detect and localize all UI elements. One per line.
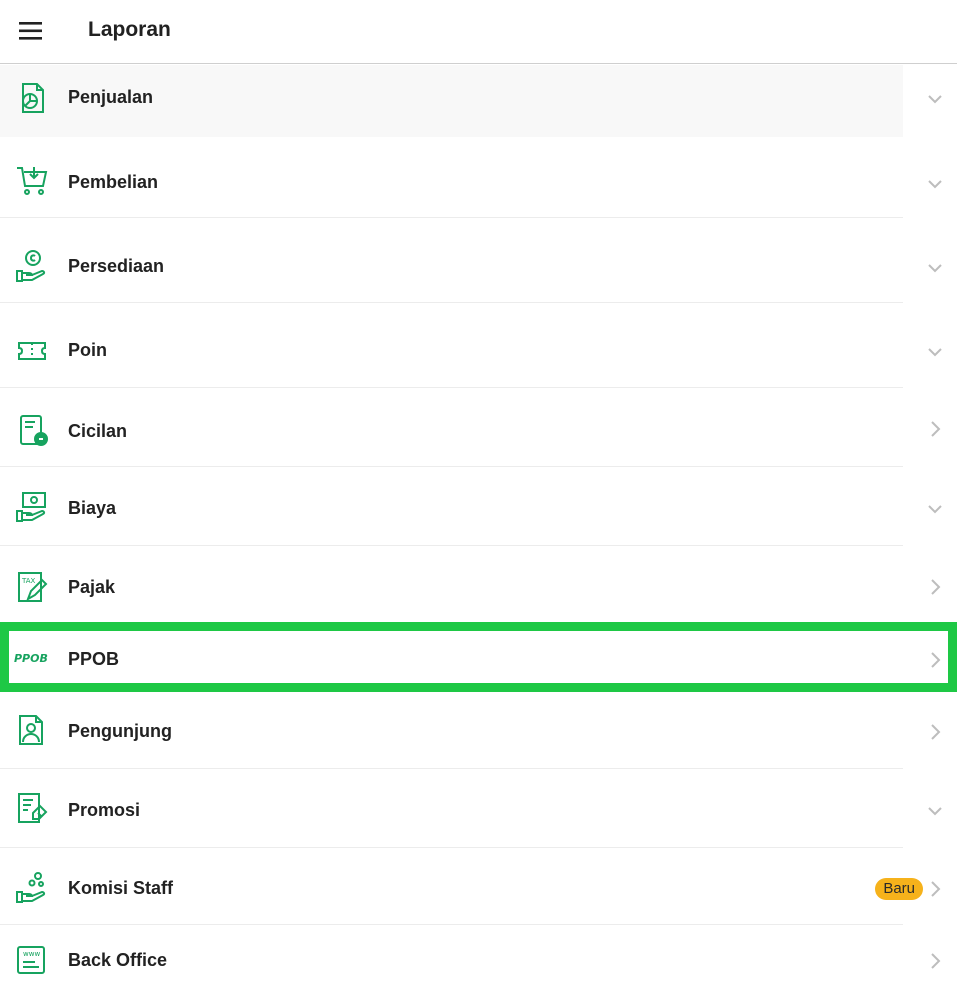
menu-item-promosi[interactable]: Promosi: [0, 769, 957, 847]
cart-purchase-icon: [14, 163, 50, 199]
menu-item-biaya[interactable]: Biaya: [0, 467, 957, 545]
chevron-down-icon: [925, 801, 945, 821]
app-header: Laporan: [0, 0, 957, 64]
menu-item-label: Persediaan: [68, 256, 165, 276]
menu-item-label: Pengunjung: [68, 721, 172, 741]
back-office-icon: www: [14, 943, 50, 979]
menu-item-label: Promosi: [68, 800, 141, 820]
tax-document-icon: TAX: [14, 570, 50, 606]
ticket-points-icon: [14, 333, 50, 369]
menu-item-komisi-staff[interactable]: Komisi Staff Baru: [0, 848, 957, 924]
installment-document-icon: [14, 412, 50, 448]
chevron-right-icon: [925, 419, 945, 439]
www-icon-text: www: [23, 950, 40, 958]
menu-item-label: Pembelian: [68, 172, 159, 192]
chevron-right-icon: [925, 951, 945, 971]
promotion-document-icon: [14, 791, 50, 827]
inventory-hand-icon: [14, 247, 50, 283]
page-title: Laporan: [88, 18, 171, 41]
menu-item-pengunjung[interactable]: Pengunjung: [0, 692, 957, 768]
new-badge: Baru: [875, 878, 923, 900]
chevron-right-icon: [925, 650, 945, 670]
chevron-down-icon: [925, 499, 945, 519]
menu-item-ppob[interactable]: PPOB PPOB: [0, 624, 957, 692]
commission-hand-icon: [14, 870, 50, 906]
menu-item-label: Cicilan: [68, 421, 128, 441]
menu-item-label: Biaya: [68, 498, 117, 518]
menu-item-label: Penjualan: [68, 87, 154, 107]
chevron-right-icon: [925, 577, 945, 597]
menu-item-poin[interactable]: Poin: [0, 303, 957, 387]
chevron-down-icon: [925, 342, 945, 362]
ppob-icon-text: PPOB: [14, 652, 48, 665]
menu-item-label: Back Office: [68, 950, 168, 970]
menu-item-pembelian[interactable]: Pembelian: [0, 137, 957, 217]
menu-item-penjualan[interactable]: Penjualan: [0, 65, 957, 137]
chevron-down-icon: [925, 174, 945, 194]
ppob-text-icon: PPOB: [14, 640, 54, 676]
menu-item-label: Pajak: [68, 577, 116, 597]
menu-item-label: PPOB: [68, 649, 120, 669]
menu-item-pajak[interactable]: TAX Pajak: [0, 546, 957, 624]
menu-item-label: Komisi Staff: [68, 878, 174, 898]
tax-icon-text: TAX: [21, 577, 36, 585]
chevron-down-icon: [925, 258, 945, 278]
chevron-right-icon: [925, 722, 945, 742]
sales-report-icon: [14, 80, 50, 116]
menu-item-persediaan[interactable]: Persediaan: [0, 218, 957, 302]
chevron-right-icon: [925, 879, 945, 899]
menu-item-back-office[interactable]: www Back Office: [0, 925, 957, 991]
cost-money-hand-icon: [14, 489, 50, 525]
menu-item-label: Poin: [68, 340, 107, 360]
hamburger-menu-icon[interactable]: [19, 21, 43, 41]
visitor-document-icon: [14, 712, 50, 748]
menu-item-cicilan[interactable]: Cicilan: [0, 388, 957, 466]
chevron-down-icon: [925, 89, 945, 109]
